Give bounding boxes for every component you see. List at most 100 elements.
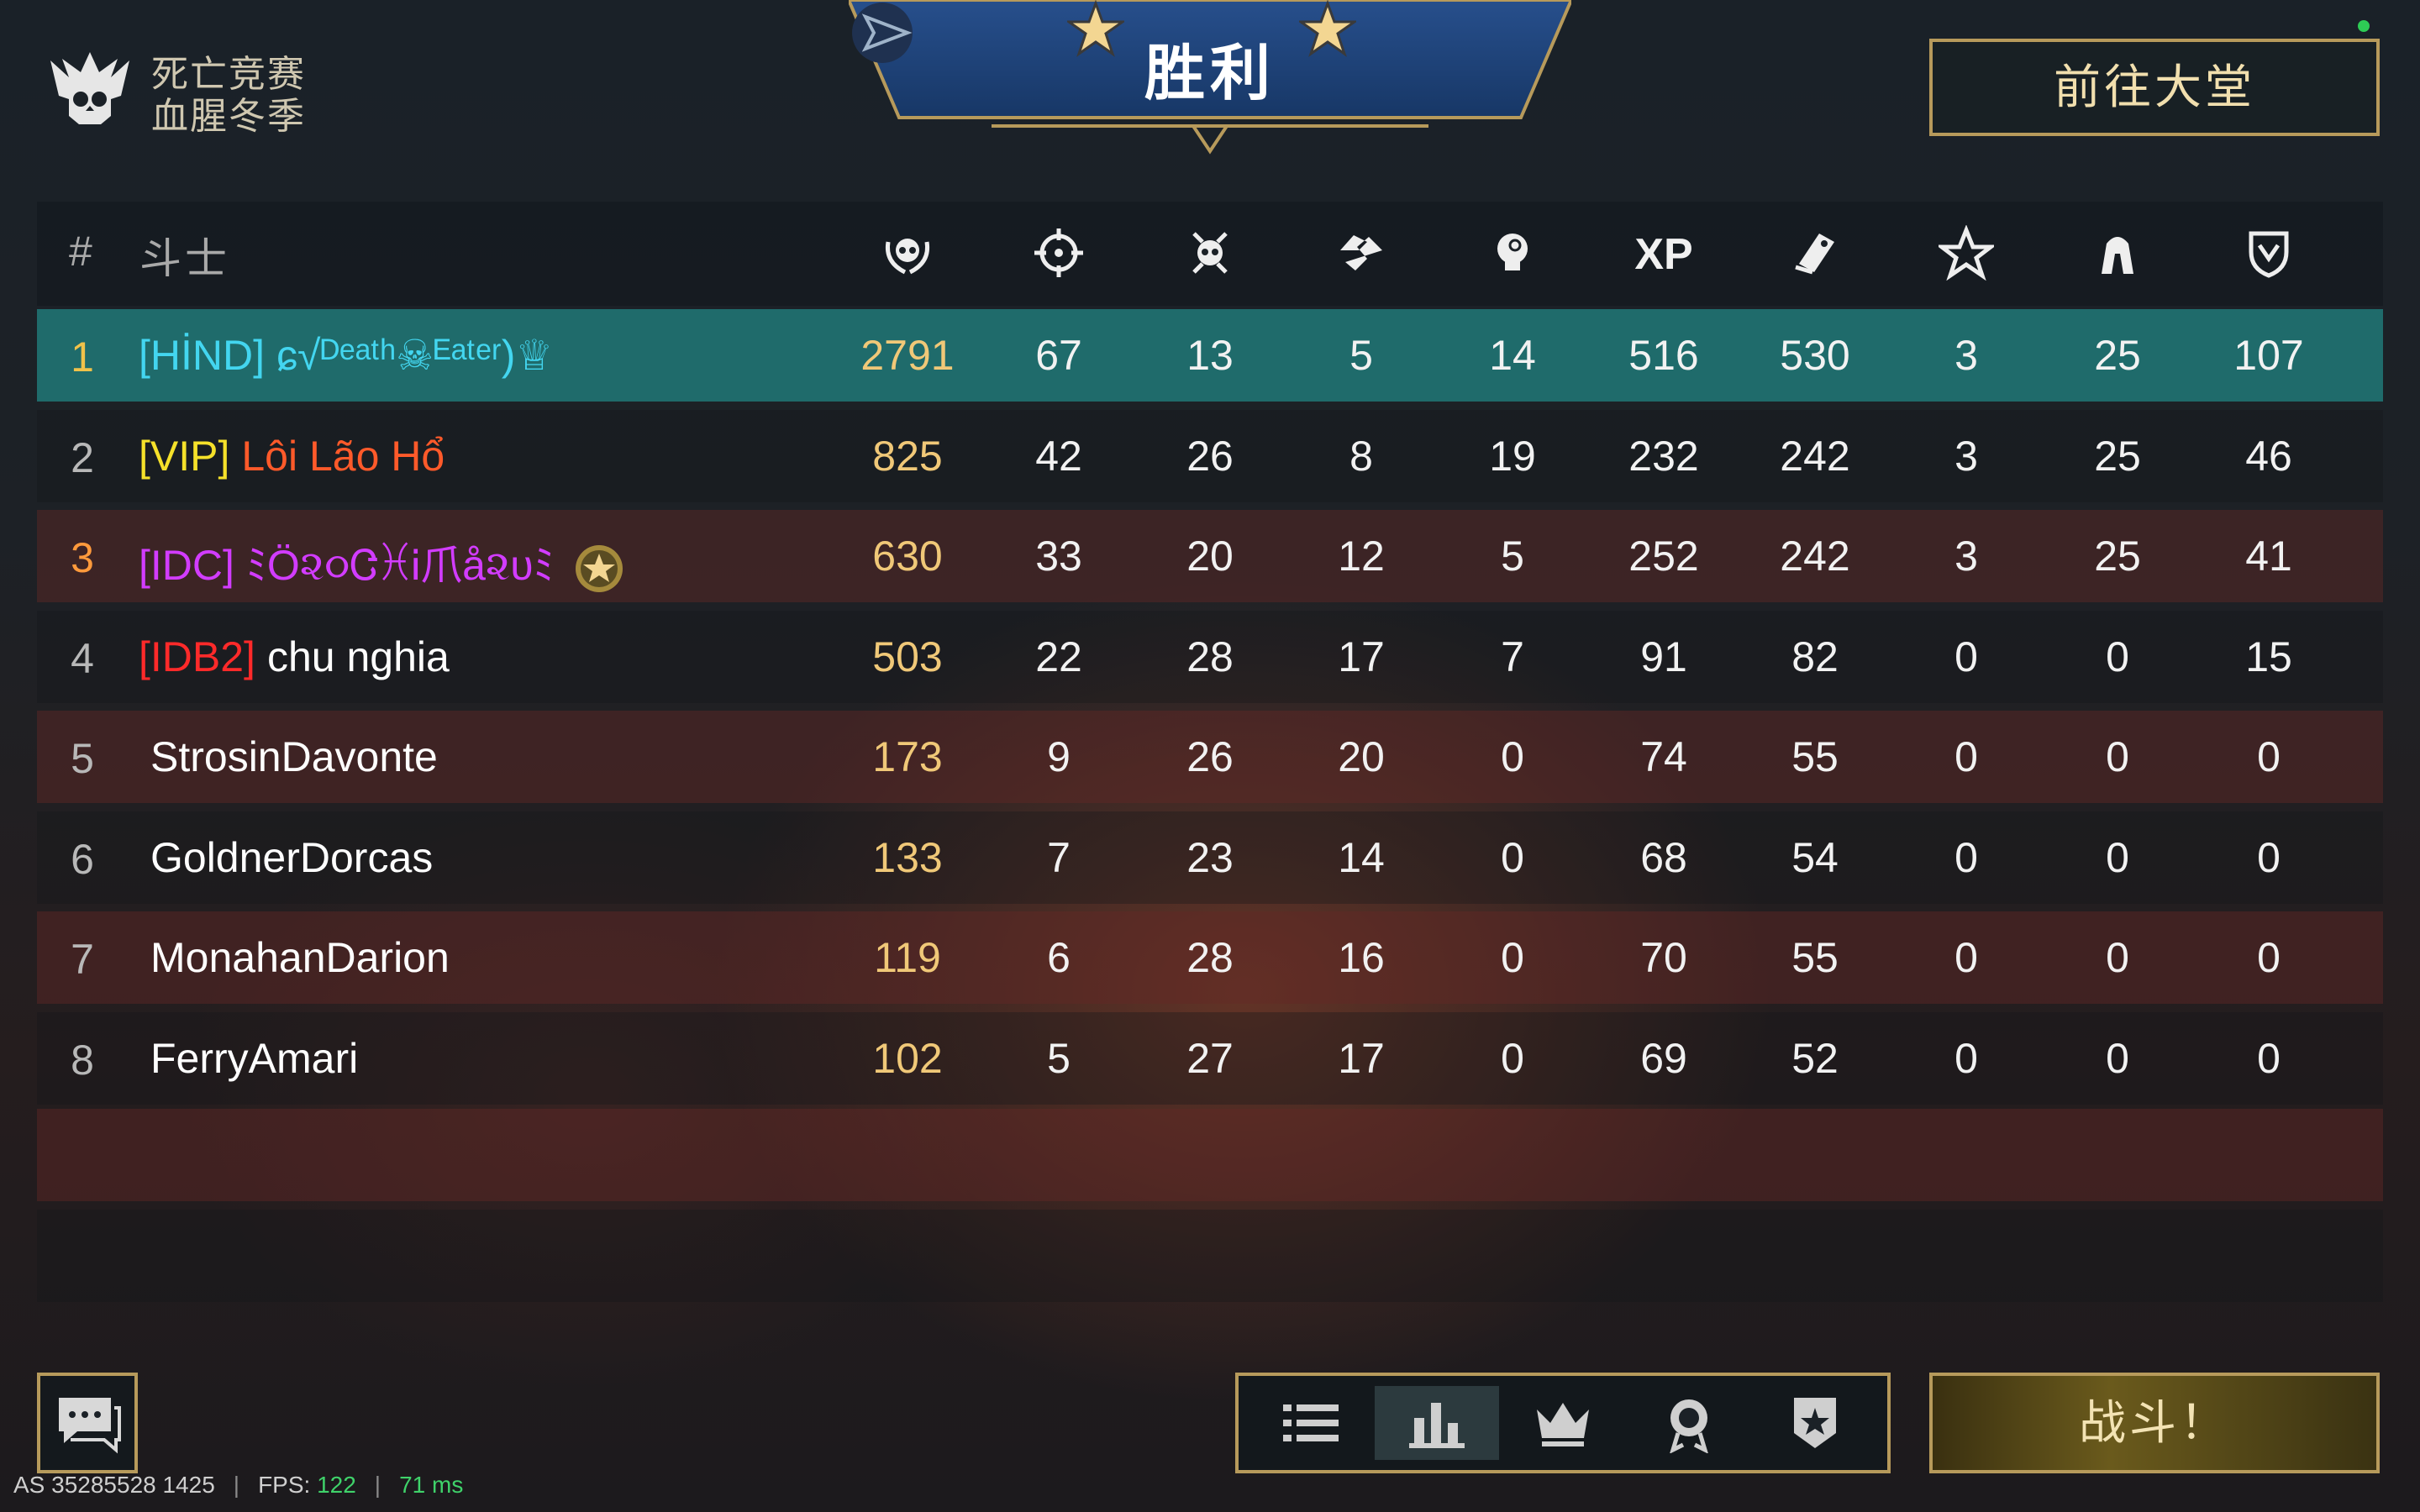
- stat-cell: 16: [1338, 934, 1385, 981]
- player-name: ﾐÖ૨૦ᏣꁝᎥ爪å૨υﾐ: [245, 542, 555, 589]
- scoreboard-header: # 斗士 XP: [37, 202, 2383, 306]
- chat-button[interactable]: [37, 1373, 138, 1473]
- head-shot-icon: [1497, 234, 1528, 270]
- rank-number: 5: [71, 735, 94, 782]
- stat-cell: 25: [2094, 533, 2141, 580]
- ping-value: 71 ms: [399, 1472, 464, 1498]
- stat-cell: 232: [1628, 432, 1699, 480]
- go-to-lobby-button[interactable]: 前往大堂: [1929, 39, 2380, 136]
- fps-value: 122: [317, 1472, 356, 1498]
- table-row[interactable]: 4 [IDB2] chu nghia 503 22 28 17 7 91 82 0 0 15: [37, 610, 2383, 703]
- player-name-cell[interactable]: [HİND] ɕ√ᴰᵉᵃᵗʰ☠ᴱᵃᵗᵉʳ)♕: [139, 331, 553, 380]
- stat-cell: 82: [1791, 633, 1839, 680]
- player-name-cell[interactable]: [VIP] Lôi Lão Hổ: [139, 432, 445, 480]
- player-name-cell[interactable]: [IDB2] chu nghia: [139, 633, 450, 681]
- tab-ranking[interactable]: [1501, 1386, 1625, 1460]
- table-row[interactable]: 2 [VIP] Lôi Lão Hổ 825 42 26 8 19 232 242 3 25 46: [37, 409, 2383, 502]
- stat-cell: 55: [1791, 934, 1839, 981]
- tab-list[interactable]: [1249, 1386, 1373, 1460]
- stat-cell: 503: [872, 633, 943, 680]
- stat-cell: 26: [1186, 432, 1234, 480]
- stat-cell: 17: [1338, 633, 1385, 680]
- rank-number: 1: [71, 333, 94, 381]
- stat-cell: 3: [1954, 533, 1978, 580]
- winged-skull-icon: [50, 52, 129, 124]
- stat-cell: 5: [1501, 533, 1524, 580]
- stat-cell: 0: [1501, 833, 1524, 881]
- battle-button[interactable]: 战斗！: [1929, 1373, 2380, 1473]
- player-name-cell[interactable]: MonahanDarion: [139, 933, 450, 982]
- stat-cell: 0: [1954, 934, 1978, 981]
- stat-cell: 25: [2094, 432, 2141, 480]
- stat-cell: 0: [2106, 633, 2129, 680]
- star-right-icon: [1299, 0, 1356, 57]
- player-name-cell[interactable]: FerryAmari: [139, 1034, 358, 1083]
- header-assists: [1311, 225, 1412, 284]
- stat-cell: 242: [1780, 432, 1850, 480]
- status-bar: AS 35285528 1425 | FPS: 122 | 71 ms: [13, 1472, 464, 1498]
- table-row[interactable]: 7 MonahanDarion 119 6 28 16 0 70 55 0 0 0: [37, 911, 2383, 1004]
- stat-cell: 91: [1640, 633, 1687, 680]
- table-row[interactable]: 1 [HİND] ɕ√ᴰᵉᵃᵗʰ☠ᴱᵃᵗᵉʳ)♕ 2791 67 13 5 14 516 530 3…: [37, 309, 2383, 402]
- table-row[interactable]: 5 StrosinDavonte 173 9 26 20 0 74 55 0 0 0: [37, 711, 2383, 803]
- player-name: StrosinDavonte: [150, 733, 438, 780]
- stat-cell: 19: [1489, 432, 1536, 480]
- dead-skull-icon: [1192, 232, 1228, 274]
- server-id: AS 35285528 1425: [13, 1472, 215, 1498]
- connection-indicator: [2358, 20, 2370, 32]
- rank-number: 6: [71, 835, 94, 883]
- stat-cell: 0: [2257, 733, 2281, 780]
- stat-cell: 23: [1186, 833, 1234, 881]
- stat-cell: 825: [872, 432, 943, 480]
- stat-cell: 55: [1791, 733, 1839, 780]
- player-name: ɕ√ᴰᵉᵃᵗʰ☠ᴱᵃᵗᵉʳ)♕: [276, 332, 554, 379]
- stat-cell: 46: [2245, 432, 2292, 480]
- stat-cell: 0: [1501, 733, 1524, 780]
- tab-rewards[interactable]: [1627, 1386, 1751, 1460]
- rank-number: 4: [71, 634, 94, 682]
- tab-badges[interactable]: [1753, 1386, 1877, 1460]
- player-name-cell[interactable]: GoldnerDorcas: [139, 833, 433, 882]
- header-deaths: [1160, 225, 1260, 284]
- stat-cell: 630: [872, 533, 943, 580]
- stat-cell: 27: [1186, 1034, 1234, 1082]
- rank-number: 7: [71, 936, 94, 983]
- stat-cell: 41: [2245, 533, 2292, 580]
- stat-cell: 173: [872, 733, 943, 780]
- stat-cell: 0: [1954, 1034, 1978, 1082]
- header-defense: [2218, 225, 2319, 284]
- bar-chart-icon: [1409, 1403, 1465, 1448]
- stat-cell: 0: [2106, 833, 2129, 881]
- stat-cell: 0: [1954, 733, 1978, 780]
- table-row[interactable]: 6 GoldnerDorcas 133 7 23 14 0 68 54 0 0 0: [37, 811, 2383, 904]
- header-xp: XP: [1634, 230, 1693, 279]
- handshake-icon: [1340, 235, 1382, 270]
- player-name: Lôi Lão Hổ: [241, 432, 445, 480]
- empty-row: [37, 1109, 2383, 1201]
- victory-title: 胜利: [1144, 40, 1276, 108]
- header-headshots: [1462, 225, 1563, 284]
- table-row[interactable]: 3 [IDC] ﾐÖ૨૦ᏣꁝᎥ爪å૨υﾐ 630 33 20 12 5 252 242 3 25 41: [37, 510, 2383, 602]
- stat-cell: 22: [1035, 633, 1082, 680]
- header-rank: #: [69, 228, 92, 275]
- stat-cell: 133: [872, 833, 943, 881]
- stat-cell: 242: [1780, 533, 1850, 580]
- stat-cell: 119: [874, 934, 941, 981]
- header-stars: [1916, 224, 2017, 284]
- header-kills: [1008, 225, 1109, 284]
- table-row[interactable]: 8 FerryAmari 102 5 27 17 0 69 52 0 0 0: [37, 1011, 2383, 1105]
- ticket-icon: [1795, 234, 1834, 275]
- crown-icon: [1537, 1403, 1589, 1446]
- stat-cell: 102: [872, 1034, 943, 1082]
- stat-cell: 252: [1628, 533, 1699, 580]
- player-name: chu nghia: [266, 633, 450, 680]
- tab-stats[interactable]: [1375, 1386, 1499, 1460]
- crosshair-icon: [1034, 228, 1083, 277]
- stat-cell: 74: [1640, 733, 1687, 780]
- player-name-cell[interactable]: StrosinDavonte: [139, 732, 438, 781]
- stat-cell: 0: [2106, 934, 2129, 981]
- player-name-cell[interactable]: [IDC] ﾐÖ૨૦ᏣꁝᎥ爪å૨υﾐ: [139, 532, 629, 594]
- mode-season: 血腥冬季: [151, 96, 306, 137]
- clan-tag: [IDB2]: [139, 633, 255, 680]
- stat-cell: 8: [1349, 432, 1373, 480]
